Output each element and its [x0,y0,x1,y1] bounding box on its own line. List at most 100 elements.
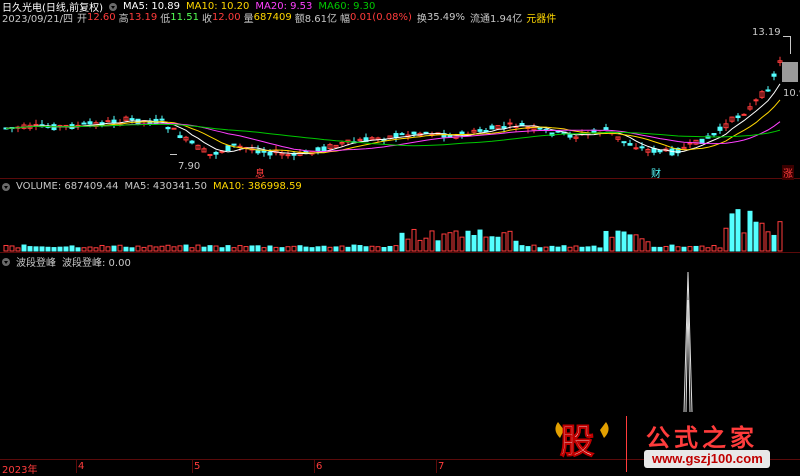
candle-body [717,126,723,131]
xaxis-label-jul: 7 [438,461,445,472]
high-mark-leader [783,36,790,37]
volume-bar [15,247,21,252]
volume-bar [615,230,621,252]
volume-bar [633,234,639,252]
volume-ma5: MA5: 430341.50 [124,180,207,192]
watermark-title: 公式之家 [646,423,758,452]
candle-body [753,99,759,102]
candle-body [771,73,777,77]
volume-bar [129,247,135,252]
ma60-line [5,123,781,147]
volume-bar [261,247,267,252]
volume-bar [663,245,669,252]
volume-bar [627,234,633,252]
candle-body [489,125,495,130]
volume-bar [543,246,549,252]
xaxis-label-year: 2023年 [2,465,38,476]
volume-bar [339,245,345,252]
candle-body [393,133,399,138]
volume-bar [741,232,747,252]
high-mark-leader-v [790,36,791,54]
volume-bar [669,244,675,252]
watermark-logo-char: 股 [560,422,595,463]
candle-body [782,62,798,82]
volume-bar [153,246,159,252]
volume-bar [507,230,513,252]
event-marker-finance[interactable]: 财 [651,165,661,180]
volume-bar [477,229,483,252]
volume-bar [75,247,81,252]
volume-bar [717,247,723,252]
volume-bar [3,244,9,252]
candle-body [225,145,231,152]
candle-body [477,129,483,132]
candle-body [537,127,543,130]
volume-bar [687,246,693,252]
volume-bar [27,246,33,252]
kline-chart[interactable] [0,0,800,473]
volume-bar [123,246,129,252]
volume-bar [267,245,273,252]
candle-body [519,123,525,126]
volume-bar [69,245,75,252]
volume-settings-icon[interactable] [2,183,10,191]
volume-bar [87,246,93,252]
candle-body [285,154,291,157]
volume-bar [231,247,237,252]
volume-bar [195,244,201,252]
indicator-settings-icon[interactable] [2,258,10,266]
candle-body [315,147,321,152]
candle-body [129,118,135,121]
volume-bar [381,246,387,252]
volume-bar [441,233,447,252]
volume-bar [39,246,45,252]
volume-bar [645,241,651,252]
volume-bar [21,244,27,252]
candle-body [567,133,573,138]
volume-bar [531,244,537,252]
volume-bar [579,246,585,252]
volume-bar [555,246,561,252]
volume-bar [369,245,375,252]
volume-bar [465,230,471,252]
low-mark-leader [170,154,177,155]
volume-bar [51,247,57,252]
volume-bar [765,231,771,252]
indicator-name[interactable]: 波段登峰 [16,254,56,269]
volume-bar [747,210,753,252]
volume-bar [303,246,309,252]
candle-body [621,141,627,144]
volume-bar [63,246,69,252]
volume-bar [315,246,321,252]
volume-bar [81,247,87,252]
volume-bar [99,244,105,252]
candle-body [639,146,645,149]
volume-bar [33,246,39,252]
candle-body [105,120,111,123]
volume-bar [621,231,627,252]
volume-bar [225,245,231,252]
volume-bar [753,221,759,252]
volume-bar [135,245,141,252]
event-marker-limitup[interactable]: 涨 [782,165,794,180]
ma5-line [5,83,781,155]
volume-bar [399,232,405,252]
volume-bar [387,245,393,252]
volume-bar [345,246,351,252]
volume-bar [711,245,717,252]
candle-body [231,143,237,146]
candle-body [735,115,741,119]
xaxis-label-jun: 6 [316,461,323,472]
volume-bar [117,244,123,252]
volume-bar [273,246,279,252]
volume-bar [735,209,741,252]
volume-bar [519,245,525,252]
volume-bar [177,245,183,252]
candle-body [165,126,171,130]
xaxis-tick-apr [76,460,77,473]
candle-body [507,122,513,125]
volume-bar [309,247,315,252]
event-marker-dividend[interactable]: 息 [255,165,265,180]
candle-body [261,150,267,153]
candle-body [81,122,87,125]
